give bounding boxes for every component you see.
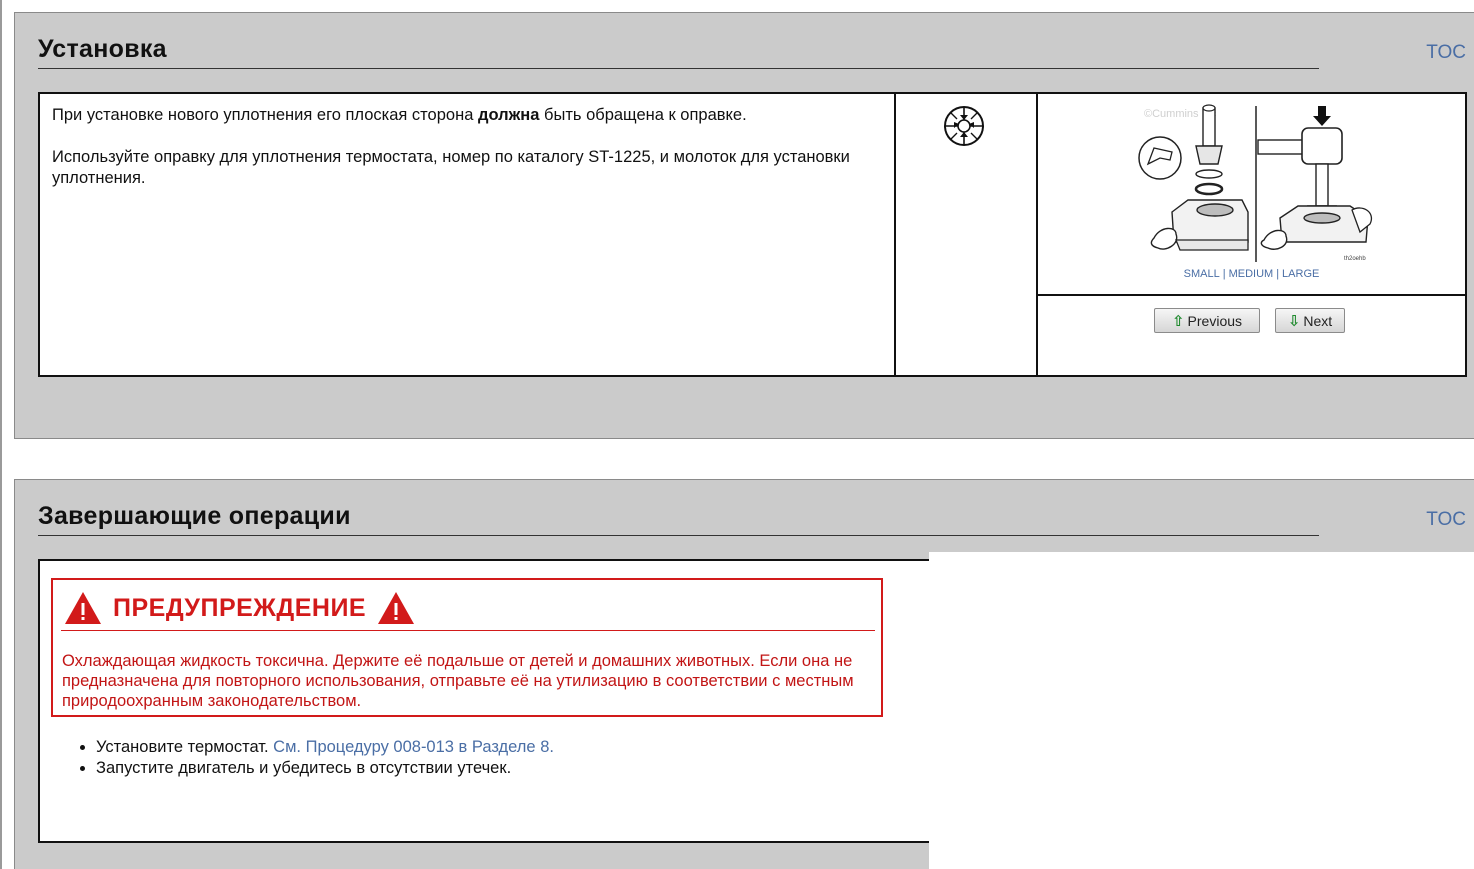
text-run: быть обращена к оправке. — [539, 106, 747, 124]
instruction-paragraph: При установке нового уплотнения его плос… — [52, 105, 882, 126]
next-button[interactable]: ⇩ Next — [1275, 308, 1345, 333]
figure-cell: ©Cummins Inc th2oehb SMALL | MEDIUM | LA… — [1036, 92, 1467, 296]
instruction-paragraph: Используйте оправку для уплотнения термо… — [52, 148, 850, 187]
next-label: Next — [1303, 312, 1333, 329]
warning-triangle-icon — [378, 592, 415, 624]
step-text: Запустите двигатель и убедитесь в отсутс… — [96, 759, 512, 777]
list-item: Запустите двигатель и убедитесь в отсутс… — [96, 758, 554, 779]
toc-link[interactable]: TOC — [1426, 42, 1466, 64]
figure-nav-cell: ⇧ Previous ⇩ Next — [1036, 294, 1467, 377]
size-small-link[interactable]: SMALL — [1184, 268, 1220, 280]
steps-list: Установите термостат. См. Процедуру 008-… — [74, 737, 554, 779]
step-text: Установите термостат. — [96, 738, 274, 756]
previous-button[interactable]: ⇧ Previous — [1154, 308, 1260, 333]
separator: | — [1276, 268, 1280, 280]
separator: | — [1222, 268, 1226, 280]
toc-link[interactable]: TOC — [1426, 509, 1466, 531]
section-installation: Установка TOC При установке нового уплот… — [14, 12, 1474, 439]
window-left-edge — [0, 0, 2, 869]
arrow-up-icon: ⇧ — [1171, 312, 1185, 330]
list-item: Установите термостат. См. Процедуру 008-… — [96, 737, 554, 758]
tool-icon-cell — [894, 92, 1038, 377]
warning-title: ПРЕДУПРЕЖДЕНИЕ — [113, 593, 367, 622]
previous-label: Previous — [1187, 312, 1243, 329]
bold-text: должна — [477, 106, 540, 124]
warning-header: ПРЕДУПРЕЖДЕНИЕ — [63, 590, 416, 626]
size-medium-link[interactable]: MEDIUM — [1229, 268, 1274, 280]
figure-code: th2oehb — [1344, 256, 1366, 262]
size-large-link[interactable]: LARGE — [1282, 268, 1319, 280]
title-underline — [38, 68, 1319, 69]
arrow-down-icon: ⇩ — [1287, 312, 1301, 330]
warning-box: ПРЕДУПРЕЖДЕНИЕ Охлаждающая жидкость токс… — [51, 578, 883, 717]
tool-compass-icon — [944, 106, 984, 146]
warning-text: Охлаждающая жидкость токсична. Держите е… — [62, 652, 854, 710]
warning-triangle-icon — [65, 592, 101, 624]
warning-divider — [61, 630, 875, 631]
blank-area — [929, 552, 1474, 869]
procedure-link[interactable]: См. Процедуру 008-013 в Разделе 8. — [273, 738, 554, 756]
final-operations-cell: ПРЕДУПРЕЖДЕНИЕ Охлаждающая жидкость токс… — [38, 559, 896, 843]
section-title: Завершающие операции — [38, 502, 351, 530]
seal-installation-illustration: ©Cummins Inc th2oehb — [1138, 104, 1373, 262]
text-run: При установке нового уплотнения его плос… — [52, 106, 478, 124]
section-title: Установка — [38, 35, 167, 63]
instruction-text-cell: При установке нового уплотнения его плос… — [38, 92, 896, 377]
title-underline — [38, 535, 1319, 536]
image-size-links: SMALL | MEDIUM | LARGE — [1038, 268, 1465, 280]
